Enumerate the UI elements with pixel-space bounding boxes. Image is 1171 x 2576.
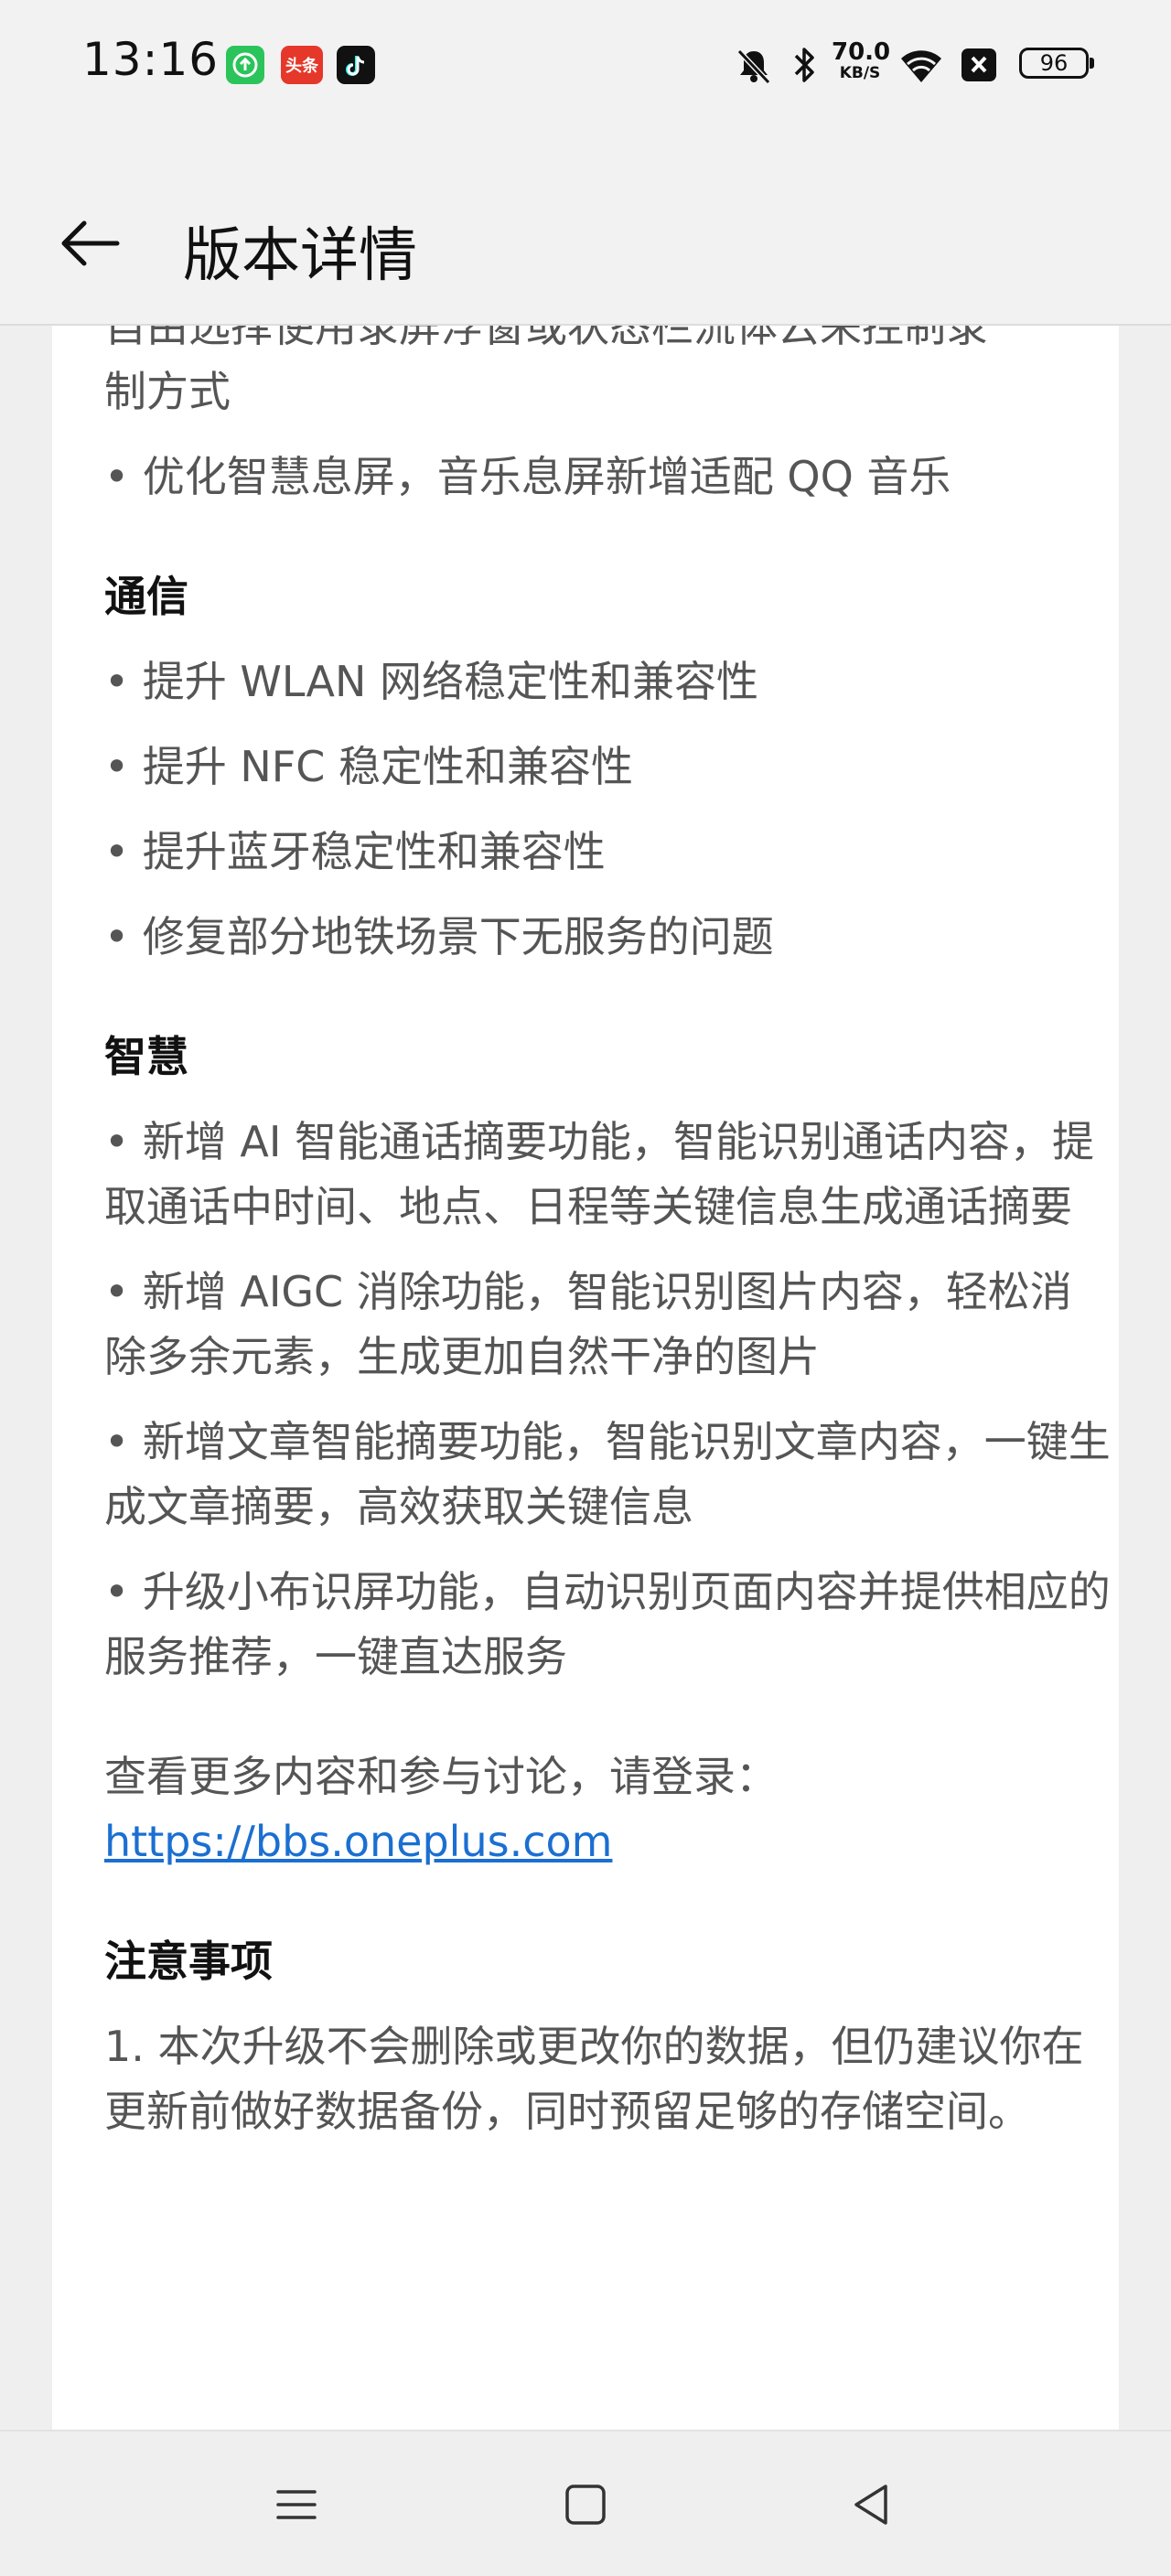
- wifi-icon: [898, 46, 944, 84]
- list-item: • 提升 NFC 稳定性和兼容性: [104, 742, 633, 791]
- network-speed-unit: KB/S: [839, 64, 881, 82]
- home-icon[interactable]: [556, 2475, 615, 2534]
- intro-item: • 优化智慧息屏，音乐息屏新增适配 QQ 音乐: [104, 452, 951, 501]
- sim-off-icon: [961, 48, 997, 82]
- release-notes-content: 自由选择使用录屏浮窗或状态栏流体云来控制录 制方式 • 优化智慧息屏，音乐息屏新…: [104, 326, 1111, 2164]
- back-arrow-icon[interactable]: [57, 216, 126, 271]
- menu-icon[interactable]: [267, 2475, 326, 2534]
- section-title-notice: 注意事项: [104, 1937, 273, 1986]
- network-speed: 70.0 KB/S: [832, 38, 891, 82]
- intro-line-2: 制方式: [104, 367, 231, 416]
- list-item: • 修复部分地铁场景下无服务的问题: [104, 912, 774, 961]
- more-info-text: 查看更多内容和参与讨论，请登录：: [104, 1752, 778, 1801]
- list-item: • 提升 WLAN 网络稳定性和兼容性: [104, 657, 759, 706]
- list-item: • 新增 AI 智能通话摘要功能，智能识别通话内容，提取通话中时间、地点、日程等…: [104, 1117, 1095, 1231]
- more-info: 查看更多内容和参与讨论，请登录： https://bbs.oneplus.com: [104, 1744, 1111, 1874]
- navigation-bar: [0, 2430, 1171, 2576]
- intro-line-1: 自由选择使用录屏浮窗或状态栏流体云来控制录: [104, 326, 988, 351]
- status-bar: 13:16 头条 70.0 KB/S 96: [0, 0, 1171, 137]
- bluetooth-icon: [792, 44, 818, 86]
- forum-link[interactable]: https://bbs.oneplus.com: [104, 1817, 612, 1866]
- app-bar: 版本详情: [0, 137, 1171, 326]
- section-title-communication: 通信: [104, 572, 188, 621]
- toutiao-label: 头条: [285, 57, 318, 76]
- toutiao-icon: 头条: [281, 46, 323, 84]
- back-triangle-icon[interactable]: [843, 2475, 902, 2534]
- list-item: • 新增文章智能摘要功能，智能识别文章内容，一键生成文章摘要，高效获取关键信息: [104, 1417, 1111, 1531]
- page-title: 版本详情: [183, 222, 417, 290]
- section-title-intelligence: 智慧: [104, 1032, 188, 1081]
- list-item: • 提升蓝牙稳定性和兼容性: [104, 827, 606, 876]
- list-item: • 升级小布识屏功能，自动识别页面内容并提供相应的服务推荐，一键直达服务: [104, 1567, 1111, 1681]
- network-speed-value: 70.0: [832, 38, 891, 66]
- tiktok-icon: [337, 46, 375, 84]
- section-intelligence: 智慧 • 新增 AI 智能通话摘要功能，智能识别通话内容，提取通话中时间、地点、…: [104, 1025, 1111, 1690]
- green-app-icon: [226, 46, 264, 84]
- list-item: • 新增 AIGC 消除功能，智能识别图片内容，轻松消除多余元素，生成更加自然干…: [104, 1267, 1072, 1381]
- status-time: 13:16: [82, 33, 220, 86]
- release-notes-card: 自由选择使用录屏浮窗或状态栏流体云来控制录 制方式 • 优化智慧息屏，音乐息屏新…: [52, 326, 1119, 2430]
- section-communication: 通信 • 提升 WLAN 网络稳定性和兼容性 • 提升 NFC 稳定性和兼容性 …: [104, 564, 1111, 970]
- battery-level: 96: [1039, 50, 1069, 76]
- mute-bell-icon: [734, 46, 774, 86]
- notice-item: 1. 本次升级不会删除或更改你的数据，但仍建议你在更新前做好数据备份，同时预留足…: [104, 2022, 1084, 2136]
- intro-line: 自由选择使用录屏浮窗或状态栏流体云来控制录 制方式: [104, 326, 1111, 424]
- battery-indicator: 96: [1019, 48, 1094, 79]
